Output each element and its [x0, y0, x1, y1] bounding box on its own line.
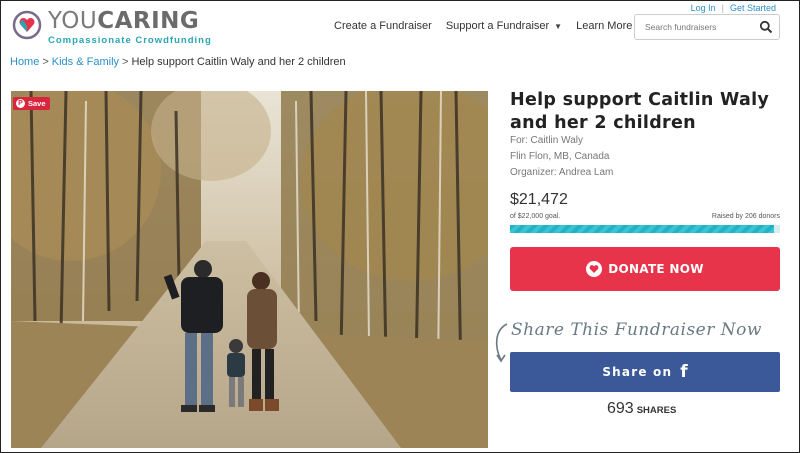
logo-tagline: Compassionate Crowdfunding — [48, 35, 212, 46]
breadcrumb-current: Help support Caitlin Waly and her 2 chil… — [131, 56, 346, 68]
search-input[interactable] — [645, 22, 755, 32]
search-box — [634, 14, 780, 40]
amount-raised: $21,472 — [510, 191, 568, 208]
progress-fill — [510, 225, 774, 233]
share-heading: Share This Fundraiser Now — [511, 320, 762, 340]
donor-count: Raised by 206 donors — [711, 213, 780, 220]
share-count-number: 693 — [607, 400, 634, 417]
search-icon[interactable] — [759, 20, 773, 34]
logo-heart-icon — [12, 10, 42, 40]
donate-now-button[interactable]: DONATE NOW — [510, 247, 780, 291]
login-link[interactable]: Log In — [691, 3, 716, 13]
breadcrumb-separator: > — [122, 56, 129, 68]
pinterest-icon: P — [16, 99, 25, 108]
account-links: Log In | Get Started — [691, 3, 776, 13]
main-nav: Create a Fundraiser Support a Fundraiser… — [334, 20, 659, 32]
goal-text: of $22,000 goal. — [510, 213, 561, 220]
breadcrumb-separator: > — [42, 56, 49, 68]
share-count: 693 SHARES — [607, 400, 676, 418]
beneficiary-text: For: Caitlin Waly — [510, 135, 583, 146]
nav-support-fundraiser[interactable]: Support a Fundraiser ▼ — [446, 20, 562, 32]
campaign-photo — [11, 91, 488, 448]
share-count-label: SHARES — [636, 405, 677, 416]
get-started-link[interactable]: Get Started — [730, 3, 776, 13]
breadcrumb: Home > Kids & Family > Help support Caitlin … — [10, 56, 346, 68]
link-separator: | — [721, 3, 724, 13]
heart-hand-icon — [586, 261, 603, 277]
location-text: Flin Flon, MB, Canada — [510, 151, 610, 162]
curved-arrow-icon — [495, 323, 508, 363]
breadcrumb-category[interactable]: Kids & Family — [52, 56, 119, 68]
facebook-icon: f — [680, 362, 688, 382]
share-on-facebook-button[interactable]: Share on f — [510, 352, 780, 392]
youcaring-logo[interactable]: YOUCARING Compassionate Crowdfunding — [12, 8, 212, 46]
nav-create-fundraiser[interactable]: Create a Fundraiser — [334, 20, 432, 32]
logo-wordmark: YOUCARING — [48, 8, 200, 34]
organizer-text: Organizer: Andrea Lam — [510, 167, 614, 178]
pinterest-save-button[interactable]: P Save — [13, 97, 50, 110]
caret-down-icon: ▼ — [554, 21, 563, 31]
campaign-title: Help support Caitlin Waly and her 2 chil… — [510, 90, 770, 133]
progress-bar — [510, 225, 780, 233]
breadcrumb-home[interactable]: Home — [10, 56, 39, 68]
